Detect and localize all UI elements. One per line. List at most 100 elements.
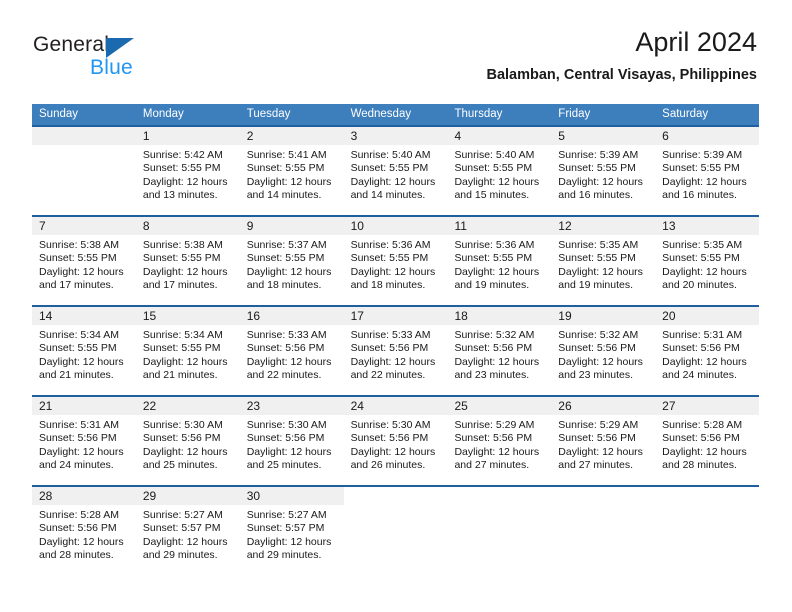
- day-number[interactable]: 21: [32, 397, 136, 415]
- day-cell[interactable]: Sunrise: 5:28 AM Sunset: 5:56 PM Daylight:…: [32, 505, 136, 575]
- day-cell[interactable]: Sunrise: 5:31 AM Sunset: 5:56 PM Daylight:…: [32, 415, 136, 485]
- weekday-header-wednesday: Wednesday: [350, 108, 412, 120]
- sunrise-text: Sunrise: 5:39 AM: [662, 149, 743, 161]
- day-cell[interactable]: Sunrise: 5:34 AM Sunset: 5:55 PM Daylight:…: [32, 325, 136, 395]
- day-number[interactable]: 19: [551, 307, 656, 325]
- day-number[interactable]: 28: [32, 487, 136, 505]
- daylight-text: Daylight: 12 hours: [662, 175, 747, 188]
- day-number-row: 28 29 30: [32, 487, 760, 505]
- day-cell[interactable]: Sunrise: 5:32 AM Sunset: 5:56 PM Daylight:…: [551, 325, 655, 395]
- day-cell[interactable]: Sunrise: 5:27 AM Sunset: 5:57 PM Daylight:…: [240, 505, 344, 575]
- day-number[interactable]: 16: [239, 307, 344, 325]
- day-number[interactable]: 18: [447, 307, 552, 325]
- daylight-text: Daylight: 12 hours: [558, 265, 643, 278]
- sunset-text: Sunset: 5:56 PM: [662, 342, 740, 355]
- day-number[interactable]: 13: [655, 217, 760, 235]
- calendar-week-row: 28 29 30 Sunrise: 5:28 AM Sunset: 5:56 PM Day…: [32, 485, 760, 575]
- day-number[interactable]: 25: [447, 397, 552, 415]
- day-cell[interactable]: Sunrise: 5:29 AM Sunset: 5:56 PM Daylight:…: [447, 415, 551, 485]
- day-number[interactable]: 4: [447, 127, 552, 145]
- day-number[interactable]: 23: [239, 397, 344, 415]
- day-cell[interactable]: Sunrise: 5:37 AM Sunset: 5:55 PM Daylight:…: [240, 235, 344, 305]
- daylight-text-cont: and 26 minutes.: [350, 459, 426, 472]
- day-number[interactable]: 29: [135, 487, 240, 505]
- day-number[interactable]: 14: [32, 307, 136, 325]
- day-number[interactable]: 3: [343, 127, 448, 145]
- day-number[interactable]: 8: [135, 217, 240, 235]
- day-number[interactable]: 22: [135, 397, 240, 415]
- daylight-text: Daylight: 12 hours: [454, 355, 540, 368]
- day-cell[interactable]: Sunrise: 5:38 AM Sunset: 5:55 PM Daylight:…: [32, 235, 136, 305]
- day-number[interactable]: 10: [343, 217, 448, 235]
- sunset-text: Sunset: 5:55 PM: [350, 252, 429, 265]
- day-cell[interactable]: Sunrise: 5:39 AM Sunset: 5:55 PM Daylight:…: [655, 145, 759, 215]
- sunrise-text: Sunrise: 5:38 AM: [142, 239, 223, 251]
- daylight-text-cont: and 16 minutes.: [662, 189, 737, 202]
- day-cell[interactable]: Sunrise: 5:40 AM Sunset: 5:55 PM Daylight:…: [447, 145, 551, 215]
- day-number[interactable]: 30: [239, 487, 344, 505]
- day-cell[interactable]: Sunrise: 5:32 AM Sunset: 5:56 PM Daylight:…: [447, 325, 551, 395]
- daylight-text-cont: and 27 minutes.: [454, 459, 530, 472]
- day-cell[interactable]: Sunrise: 5:33 AM Sunset: 5:56 PM Daylight:…: [240, 325, 344, 395]
- day-cell[interactable]: Sunrise: 5:30 AM Sunset: 5:56 PM Daylight:…: [136, 415, 240, 485]
- day-cell[interactable]: Sunrise: 5:42 AM Sunset: 5:55 PM Daylight:…: [136, 145, 240, 215]
- day-cell[interactable]: Sunrise: 5:34 AM Sunset: 5:55 PM Daylight:…: [136, 325, 240, 395]
- sunrise-text: Sunrise: 5:39 AM: [558, 149, 639, 161]
- calendar-week-row: 14 15 16 17 18 19 20 Sunrise: 5:34 AM Sunset: 5:…: [32, 305, 760, 395]
- sunrise-text: Sunrise: 5:34 AM: [39, 329, 119, 341]
- daylight-text-cont: and 28 minutes.: [39, 549, 114, 562]
- sunrise-text: Sunrise: 5:32 AM: [558, 329, 639, 341]
- day-cell[interactable]: Sunrise: 5:27 AM Sunset: 5:57 PM Daylight:…: [136, 505, 240, 575]
- day-cell[interactable]: Sunrise: 5:30 AM Sunset: 5:56 PM Daylight:…: [240, 415, 344, 485]
- sunrise-text: Sunrise: 5:40 AM: [454, 149, 535, 161]
- day-cell[interactable]: Sunrise: 5:31 AM Sunset: 5:56 PM Daylight:…: [655, 325, 759, 395]
- day-info-row: Sunrise: 5:42 AM Sunset: 5:55 PM Daylight:…: [32, 145, 759, 215]
- daylight-text-cont: and 29 minutes.: [246, 549, 322, 562]
- daylight-text: Daylight: 12 hours: [246, 355, 332, 368]
- daylight-text: Daylight: 12 hours: [558, 175, 643, 188]
- sunset-text: Sunset: 5:55 PM: [142, 252, 221, 265]
- daylight-text-cont: and 20 minutes.: [662, 279, 737, 292]
- day-number[interactable]: 2: [239, 127, 344, 145]
- day-number[interactable]: 11: [447, 217, 552, 235]
- sunrise-text: Sunrise: 5:35 AM: [662, 239, 743, 251]
- day-number[interactable]: 27: [655, 397, 760, 415]
- day-cell[interactable]: Sunrise: 5:39 AM Sunset: 5:55 PM Daylight:…: [551, 145, 655, 215]
- weekday-header-monday: Monday: [142, 108, 184, 120]
- sunset-text: Sunset: 5:55 PM: [558, 162, 636, 175]
- daylight-text-cont: and 25 minutes.: [142, 459, 218, 472]
- day-number[interactable]: 9: [239, 217, 344, 235]
- day-number[interactable]: 24: [343, 397, 448, 415]
- daylight-text-cont: and 14 minutes.: [246, 189, 322, 202]
- daylight-text: Daylight: 12 hours: [662, 445, 747, 458]
- day-cell[interactable]: Sunrise: 5:36 AM Sunset: 5:55 PM Daylight:…: [447, 235, 551, 305]
- day-cell[interactable]: Sunrise: 5:33 AM Sunset: 5:56 PM Daylight:…: [344, 325, 448, 395]
- day-number[interactable]: 12: [551, 217, 656, 235]
- day-number[interactable]: 5: [551, 127, 656, 145]
- day-cell[interactable]: Sunrise: 5:40 AM Sunset: 5:55 PM Daylight:…: [344, 145, 448, 215]
- sunset-text: Sunset: 5:55 PM: [39, 252, 117, 265]
- logo-text-blue: Blue: [90, 56, 133, 79]
- day-number[interactable]: 1: [135, 127, 240, 145]
- daylight-text-cont: and 19 minutes.: [454, 279, 530, 292]
- day-number[interactable]: 17: [343, 307, 448, 325]
- day-cell[interactable]: Sunrise: 5:38 AM Sunset: 5:55 PM Daylight:…: [136, 235, 240, 305]
- daylight-text-cont: and 29 minutes.: [142, 549, 218, 562]
- day-number[interactable]: 20: [655, 307, 760, 325]
- day-cell[interactable]: Sunrise: 5:28 AM Sunset: 5:56 PM Daylight:…: [655, 415, 759, 485]
- day-cell[interactable]: Sunrise: 5:41 AM Sunset: 5:55 PM Daylight:…: [240, 145, 344, 215]
- sunset-text: Sunset: 5:55 PM: [662, 252, 740, 265]
- sunrise-text: Sunrise: 5:38 AM: [39, 239, 119, 251]
- day-number[interactable]: 6: [655, 127, 760, 145]
- day-cell[interactable]: Sunrise: 5:30 AM Sunset: 5:56 PM Daylight:…: [344, 415, 448, 485]
- day-cell[interactable]: Sunrise: 5:36 AM Sunset: 5:55 PM Daylight:…: [344, 235, 448, 305]
- day-number[interactable]: 26: [551, 397, 656, 415]
- day-number[interactable]: 7: [32, 217, 136, 235]
- day-cell-empty: [551, 505, 655, 575]
- sunset-text: Sunset: 5:55 PM: [454, 162, 533, 175]
- day-cell[interactable]: Sunrise: 5:29 AM Sunset: 5:56 PM Daylight:…: [551, 415, 655, 485]
- day-cell[interactable]: Sunrise: 5:35 AM Sunset: 5:55 PM Daylight:…: [655, 235, 759, 305]
- day-cell-empty: [32, 145, 136, 215]
- day-number[interactable]: 15: [135, 307, 240, 325]
- day-cell[interactable]: Sunrise: 5:35 AM Sunset: 5:55 PM Daylight:…: [551, 235, 655, 305]
